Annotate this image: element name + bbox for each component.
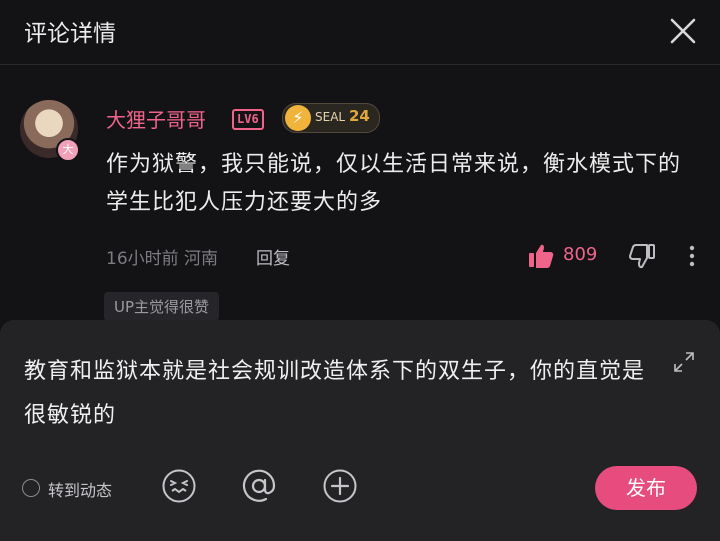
like-count: 809	[563, 244, 598, 265]
reply-input[interactable]: 教育和监狱本就是社会规训改造体系下的双生子，你的直觉是很敏锐的	[24, 350, 664, 438]
up-liked-tag: UP主觉得很赞	[104, 292, 220, 321]
expand-icon[interactable]	[672, 350, 696, 374]
close-icon[interactable]	[664, 12, 702, 50]
publish-button[interactable]: 发布	[595, 466, 697, 510]
repost-checkbox[interactable]	[22, 479, 40, 497]
like-icon[interactable]	[527, 242, 555, 270]
comment-meta: 16小时前 河南	[106, 249, 219, 269]
header: 评论详情	[0, 0, 720, 65]
avatar-badge: 大	[56, 138, 80, 162]
dislike-icon[interactable]	[628, 242, 656, 270]
page-title: 评论详情	[24, 21, 116, 47]
reply-button[interactable]: 回复	[256, 244, 290, 269]
repost-label: 转到动态	[48, 481, 113, 500]
comment-text: 作为狱警，我只能说，仅以生活日常来说，衡水模式下的学生比犯人压力还要大的多	[106, 152, 682, 215]
reply-composer: 教育和监狱本就是社会规训改造体系下的双生子，你的直觉是很敏锐的 转到动态 发布	[0, 320, 720, 541]
emoji-icon[interactable]	[161, 468, 197, 504]
lightning-icon: ⚡	[285, 105, 311, 131]
at-icon[interactable]	[241, 468, 277, 504]
username[interactable]: 大狸子哥哥	[106, 104, 206, 133]
level-badge: LV6	[232, 109, 264, 130]
seal-badge: ⚡ SEAL 24	[282, 103, 380, 133]
seal-number: 24	[349, 107, 370, 125]
comment-item: 大 大狸子哥哥 LV6 ⚡ SEAL 24 作为狱警，我只能说，仅以生活日常来说…	[0, 66, 720, 326]
seal-label: SEAL	[315, 110, 346, 124]
add-icon[interactable]	[322, 468, 358, 504]
more-icon[interactable]	[688, 244, 696, 268]
